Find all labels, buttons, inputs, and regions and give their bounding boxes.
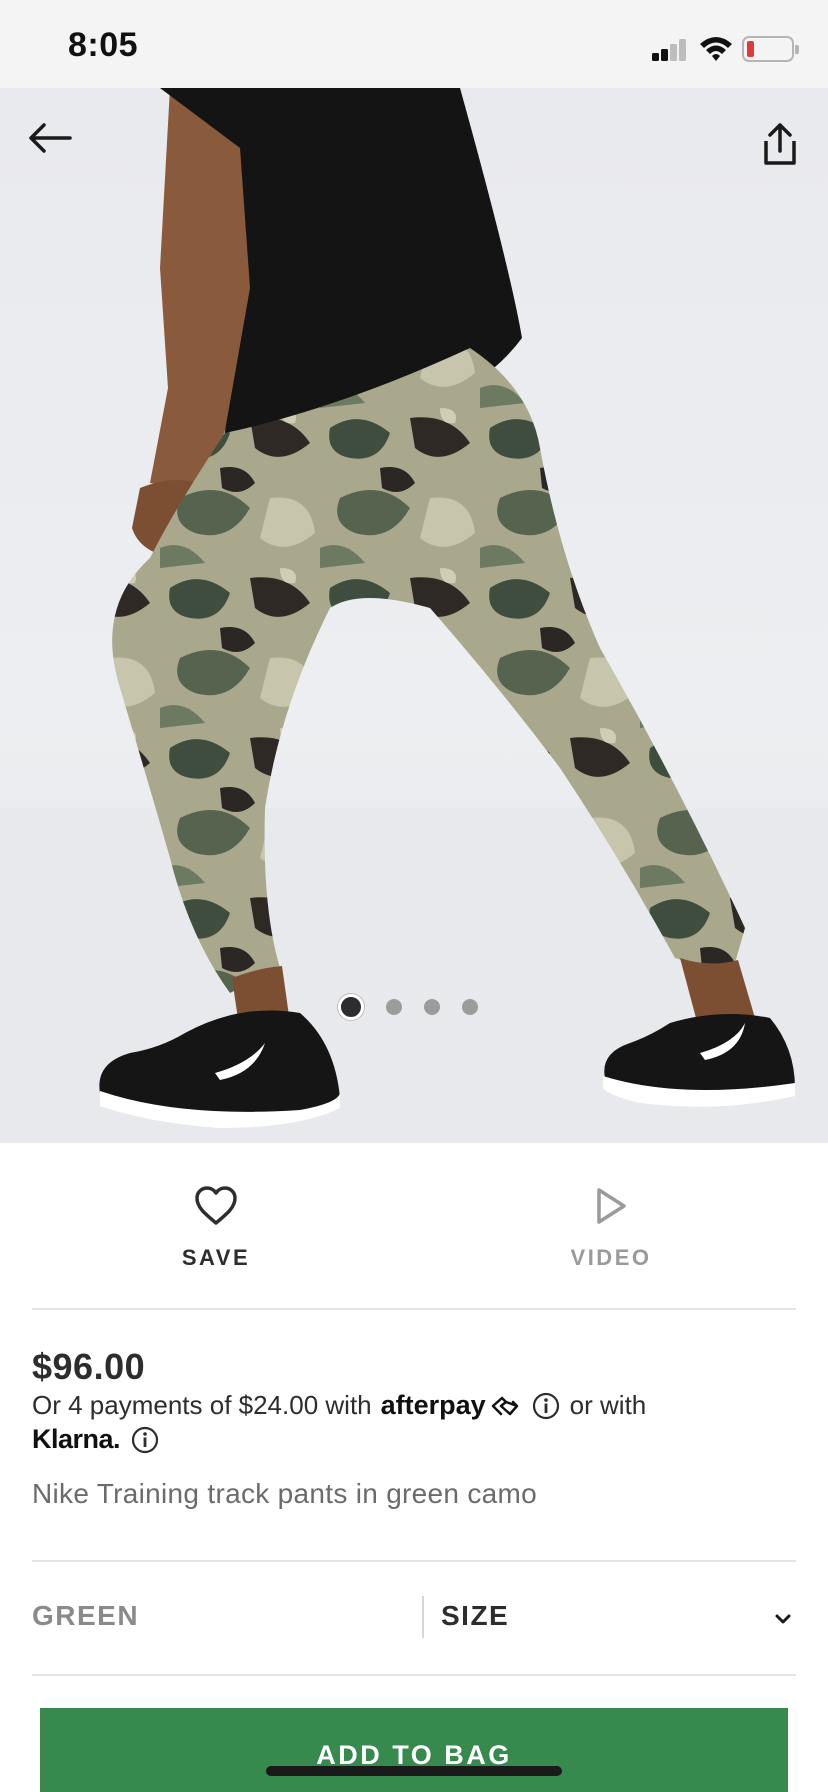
carousel-dot[interactable] (462, 999, 478, 1015)
afterpay-logo: afterpay (380, 1390, 486, 1420)
status-bar: 8:05 (0, 0, 828, 88)
carousel-dot[interactable] (338, 994, 364, 1020)
status-time: 8:05 (68, 26, 139, 64)
share-icon (764, 123, 796, 165)
play-icon (597, 1188, 626, 1224)
wifi-icon (700, 37, 732, 61)
size-dropdown[interactable]: SIZE (440, 1582, 798, 1654)
product-price: $96.00 (32, 1346, 146, 1387)
afterpay-loop-icon (491, 1396, 518, 1415)
product-image[interactable] (0, 88, 828, 1143)
divider (422, 1596, 424, 1638)
klarna-info-icon[interactable] (131, 1426, 159, 1454)
product-name: Nike Training track pants in green camo (32, 1478, 538, 1509)
installment-text: Or 4 payments of $24.00 with (32, 1390, 372, 1420)
carousel-dot[interactable] (386, 999, 402, 1015)
carousel-indicator (338, 994, 478, 1020)
home-indicator[interactable] (266, 1766, 562, 1776)
or-with-text: or with (569, 1390, 647, 1420)
heart-icon (195, 1186, 237, 1225)
save-label: SAVE (181, 1245, 251, 1270)
product-photo (0, 88, 828, 1143)
product-actions: SAVE VIDEO (0, 1143, 828, 1309)
video-button[interactable]: VIDEO (511, 1181, 711, 1291)
cellular-signal-icon (652, 37, 688, 61)
save-button[interactable]: SAVE (116, 1181, 316, 1291)
carousel-dot[interactable] (424, 999, 440, 1015)
klarna-logo: Klarna. (32, 1424, 121, 1454)
battery-low-icon (742, 36, 799, 62)
divider (32, 1308, 796, 1310)
klarna-info: Klarna. (32, 1424, 169, 1455)
video-label: VIDEO (570, 1245, 652, 1270)
size-label: SIZE (441, 1600, 510, 1631)
back-arrow-icon (29, 123, 72, 153)
color-label: GREEN (32, 1600, 140, 1631)
installment-info: Or 4 payments of $24.00 with afterpay or… (32, 1390, 646, 1421)
divider (32, 1674, 796, 1676)
chevron-down-icon (775, 1614, 791, 1624)
afterpay-info-icon[interactable] (532, 1392, 560, 1420)
back-button[interactable] (24, 116, 76, 160)
add-to-bag-button[interactable]: ADD TO BAG (40, 1708, 788, 1792)
variant-selector: GREEN SIZE (0, 1562, 828, 1674)
share-button[interactable] (754, 118, 806, 170)
